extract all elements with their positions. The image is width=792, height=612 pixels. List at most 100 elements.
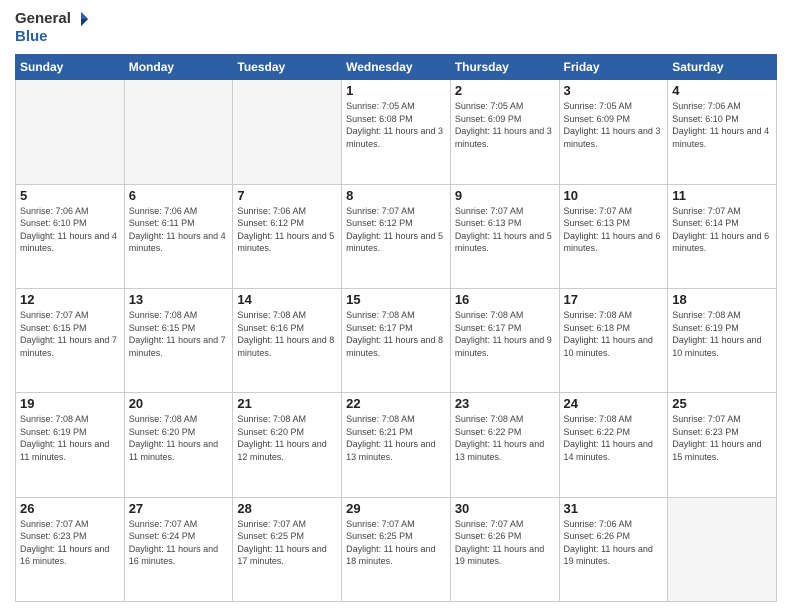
calendar-cell: 11Sunrise: 7:07 AM Sunset: 6:14 PM Dayli… bbox=[668, 184, 777, 288]
weekday-header-saturday: Saturday bbox=[668, 55, 777, 80]
weekday-header-sunday: Sunday bbox=[16, 55, 125, 80]
weekday-header-tuesday: Tuesday bbox=[233, 55, 342, 80]
day-number: 25 bbox=[672, 396, 772, 411]
day-number: 27 bbox=[129, 501, 229, 516]
day-number: 2 bbox=[455, 83, 555, 98]
day-info: Sunrise: 7:08 AM Sunset: 6:19 PM Dayligh… bbox=[672, 309, 772, 359]
day-number: 23 bbox=[455, 396, 555, 411]
day-number: 6 bbox=[129, 188, 229, 203]
logo-blue: Blue bbox=[15, 28, 48, 45]
calendar-cell: 21 Sunrise: 7:08 AM Sunset: 6:20 PM Dayli… bbox=[233, 393, 342, 497]
day-number: 21 bbox=[237, 396, 337, 411]
day-number: 5 bbox=[20, 188, 120, 203]
calendar-cell bbox=[124, 80, 233, 184]
day-number: 26 bbox=[20, 501, 120, 516]
calendar-cell: 17 Sunrise: 7:08 AM Sunset: 6:18 PM Dayli… bbox=[559, 288, 668, 392]
calendar-cell: 4 Sunrise: 7:06 AM Sunset: 6:10 PM Daylig… bbox=[668, 80, 777, 184]
calendar-cell: 15Sunrise: 7:08 AM Sunset: 6:17 PM Dayli… bbox=[342, 288, 451, 392]
day-number: 12 bbox=[20, 292, 120, 307]
day-number: 24 bbox=[564, 396, 664, 411]
page: General Blue SundayMondayTuesdayWednesda… bbox=[0, 0, 792, 612]
calendar-cell: 19 Sunrise: 7:08 AM Sunset: 6:19 PM Dayli… bbox=[16, 393, 125, 497]
day-info: Sunrise: 7:07 AM Sunset: 6:14 PM Dayligh… bbox=[672, 205, 772, 255]
day-info: Sunrise: 7:06 AM Sunset: 6:11 PM Dayligh… bbox=[129, 205, 229, 255]
day-number: 9 bbox=[455, 188, 555, 203]
calendar-cell: 28 Sunrise: 7:07 AM Sunset: 6:25 PM Dayli… bbox=[233, 497, 342, 601]
day-info: Sunrise: 7:08 AM Sunset: 6:17 PM Dayligh… bbox=[455, 309, 555, 359]
day-number: 17 bbox=[564, 292, 664, 307]
day-number: 31 bbox=[564, 501, 664, 516]
calendar-cell: 22 Sunrise: 7:08 AM Sunset: 6:21 PM Dayli… bbox=[342, 393, 451, 497]
day-info: Sunrise: 7:06 AM Sunset: 6:12 PM Dayligh… bbox=[237, 205, 337, 255]
day-number: 16 bbox=[455, 292, 555, 307]
day-number: 14 bbox=[237, 292, 337, 307]
day-info: Sunrise: 7:08 AM Sunset: 6:20 PM Dayligh… bbox=[237, 413, 337, 463]
day-number: 4 bbox=[672, 83, 772, 98]
calendar-cell: 25 Sunrise: 7:07 AM Sunset: 6:23 PM Dayli… bbox=[668, 393, 777, 497]
calendar-cell: 30Sunrise: 7:07 AM Sunset: 6:26 PM Dayli… bbox=[450, 497, 559, 601]
weekday-header-friday: Friday bbox=[559, 55, 668, 80]
week-row-2: 5 Sunrise: 7:06 AM Sunset: 6:10 PM Daylig… bbox=[16, 184, 777, 288]
day-info: Sunrise: 7:07 AM Sunset: 6:23 PM Dayligh… bbox=[20, 518, 120, 568]
calendar-cell: 27 Sunrise: 7:07 AM Sunset: 6:24 PM Dayli… bbox=[124, 497, 233, 601]
weekday-header-monday: Monday bbox=[124, 55, 233, 80]
calendar-cell bbox=[668, 497, 777, 601]
calendar-cell: 18 Sunrise: 7:08 AM Sunset: 6:19 PM Dayli… bbox=[668, 288, 777, 392]
day-info: Sunrise: 7:06 AM Sunset: 6:10 PM Dayligh… bbox=[20, 205, 120, 255]
day-info: Sunrise: 7:07 AM Sunset: 6:13 PM Dayligh… bbox=[455, 205, 555, 255]
day-info: Sunrise: 7:08 AM Sunset: 6:22 PM Dayligh… bbox=[455, 413, 555, 463]
day-number: 29 bbox=[346, 501, 446, 516]
calendar-cell: 2 Sunrise: 7:05 AM Sunset: 6:09 PM Daylig… bbox=[450, 80, 559, 184]
calendar-cell: 9 Sunrise: 7:07 AM Sunset: 6:13 PM Daylig… bbox=[450, 184, 559, 288]
calendar-cell: 29Sunrise: 7:07 AM Sunset: 6:25 PM Dayli… bbox=[342, 497, 451, 601]
day-info: Sunrise: 7:07 AM Sunset: 6:12 PM Dayligh… bbox=[346, 205, 446, 255]
day-info: Sunrise: 7:06 AM Sunset: 6:10 PM Dayligh… bbox=[672, 100, 772, 150]
calendar-cell: 20 Sunrise: 7:08 AM Sunset: 6:20 PM Dayli… bbox=[124, 393, 233, 497]
logo-icon bbox=[72, 10, 90, 28]
day-info: Sunrise: 7:07 AM Sunset: 6:15 PM Dayligh… bbox=[20, 309, 120, 359]
day-info: Sunrise: 7:05 AM Sunset: 6:09 PM Dayligh… bbox=[455, 100, 555, 150]
day-number: 13 bbox=[129, 292, 229, 307]
day-number: 10 bbox=[564, 188, 664, 203]
weekday-header-thursday: Thursday bbox=[450, 55, 559, 80]
day-number: 28 bbox=[237, 501, 337, 516]
calendar-cell bbox=[233, 80, 342, 184]
day-info: Sunrise: 7:07 AM Sunset: 6:13 PM Dayligh… bbox=[564, 205, 664, 255]
day-info: Sunrise: 7:08 AM Sunset: 6:21 PM Dayligh… bbox=[346, 413, 446, 463]
day-info: Sunrise: 7:08 AM Sunset: 6:19 PM Dayligh… bbox=[20, 413, 120, 463]
day-info: Sunrise: 7:05 AM Sunset: 6:09 PM Dayligh… bbox=[564, 100, 664, 150]
day-info: Sunrise: 7:07 AM Sunset: 6:23 PM Dayligh… bbox=[672, 413, 772, 463]
day-number: 20 bbox=[129, 396, 229, 411]
day-info: Sunrise: 7:07 AM Sunset: 6:25 PM Dayligh… bbox=[237, 518, 337, 568]
day-info: Sunrise: 7:07 AM Sunset: 6:26 PM Dayligh… bbox=[455, 518, 555, 568]
day-number: 8 bbox=[346, 188, 446, 203]
calendar-cell: 16 Sunrise: 7:08 AM Sunset: 6:17 PM Dayli… bbox=[450, 288, 559, 392]
calendar-cell: 14 Sunrise: 7:08 AM Sunset: 6:16 PM Dayli… bbox=[233, 288, 342, 392]
calendar-cell: 5 Sunrise: 7:06 AM Sunset: 6:10 PM Daylig… bbox=[16, 184, 125, 288]
week-row-1: 1Sunrise: 7:05 AM Sunset: 6:08 PM Daylig… bbox=[16, 80, 777, 184]
day-number: 18 bbox=[672, 292, 772, 307]
calendar-cell: 23 Sunrise: 7:08 AM Sunset: 6:22 PM Dayli… bbox=[450, 393, 559, 497]
calendar-cell: 24Sunrise: 7:08 AM Sunset: 6:22 PM Dayli… bbox=[559, 393, 668, 497]
logo: General Blue bbox=[15, 10, 90, 46]
calendar-cell bbox=[16, 80, 125, 184]
day-info: Sunrise: 7:05 AM Sunset: 6:08 PM Dayligh… bbox=[346, 100, 446, 150]
weekday-header-wednesday: Wednesday bbox=[342, 55, 451, 80]
day-info: Sunrise: 7:08 AM Sunset: 6:20 PM Dayligh… bbox=[129, 413, 229, 463]
calendar-cell: 12 Sunrise: 7:07 AM Sunset: 6:15 PM Dayli… bbox=[16, 288, 125, 392]
header: General Blue bbox=[15, 10, 777, 46]
calendar-cell: 7Sunrise: 7:06 AM Sunset: 6:12 PM Daylig… bbox=[233, 184, 342, 288]
calendar-cell: 8 Sunrise: 7:07 AM Sunset: 6:12 PM Daylig… bbox=[342, 184, 451, 288]
calendar-table: SundayMondayTuesdayWednesdayThursdayFrid… bbox=[15, 54, 777, 602]
logo-general: General bbox=[15, 10, 71, 27]
calendar-cell: 26 Sunrise: 7:07 AM Sunset: 6:23 PM Dayli… bbox=[16, 497, 125, 601]
day-number: 19 bbox=[20, 396, 120, 411]
day-number: 22 bbox=[346, 396, 446, 411]
day-number: 15 bbox=[346, 292, 446, 307]
day-info: Sunrise: 7:07 AM Sunset: 6:24 PM Dayligh… bbox=[129, 518, 229, 568]
week-row-4: 19 Sunrise: 7:08 AM Sunset: 6:19 PM Dayli… bbox=[16, 393, 777, 497]
day-info: Sunrise: 7:08 AM Sunset: 6:18 PM Dayligh… bbox=[564, 309, 664, 359]
week-row-3: 12 Sunrise: 7:07 AM Sunset: 6:15 PM Dayli… bbox=[16, 288, 777, 392]
day-info: Sunrise: 7:08 AM Sunset: 6:16 PM Dayligh… bbox=[237, 309, 337, 359]
day-info: Sunrise: 7:08 AM Sunset: 6:15 PM Dayligh… bbox=[129, 309, 229, 359]
